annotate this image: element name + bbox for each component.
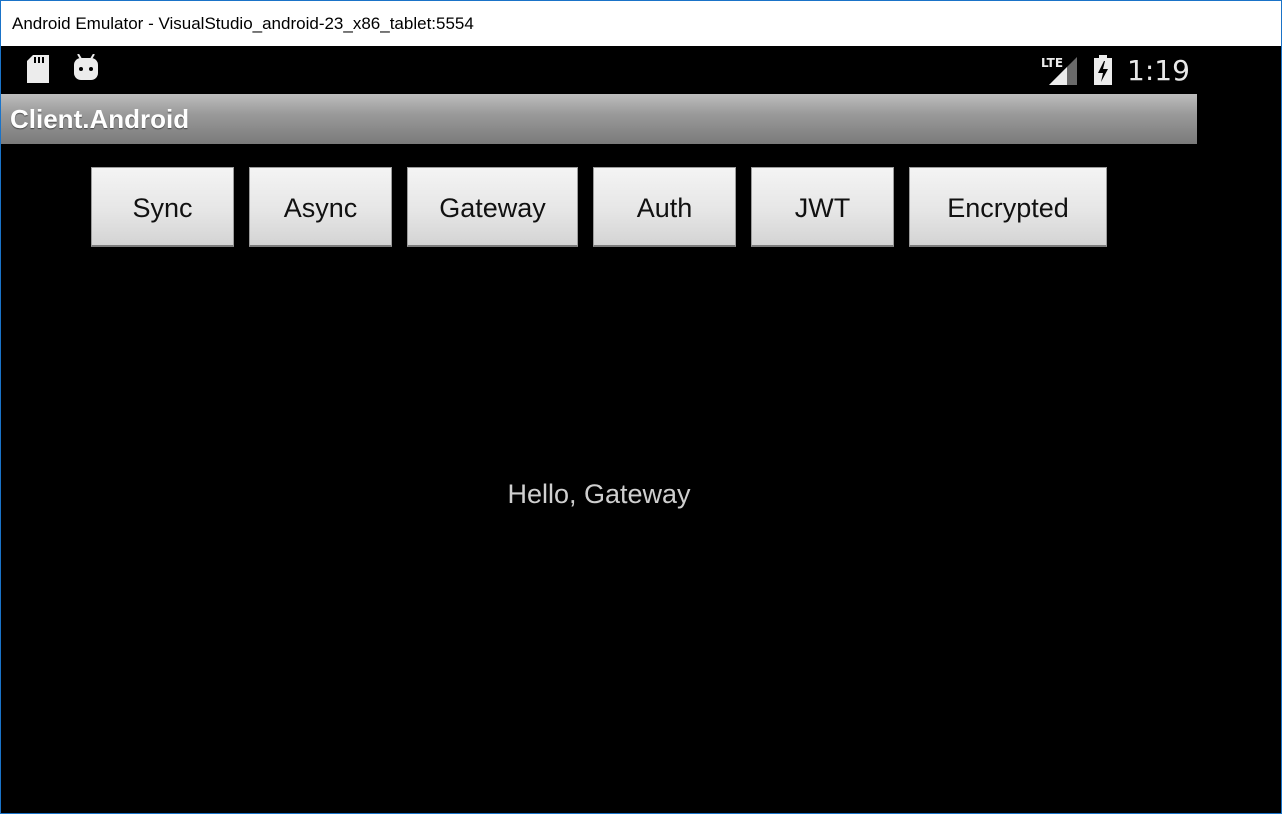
app-title: Client.Android [10,104,190,134]
gateway-button[interactable]: Gateway [407,167,578,247]
status-bar: LTE 1:19 [1,46,1197,94]
async-button[interactable]: Async [249,167,392,247]
result-message: Hello, Gateway [507,479,691,509]
battery-charging-icon [1093,55,1113,90]
window-title: Android Emulator - VisualStudio_android-… [1,1,1281,46]
lte-signal-icon: LTE [1041,56,1079,91]
svg-text:LTE: LTE [1041,56,1063,70]
jwt-button[interactable]: JWT [751,167,894,247]
emulator-window: Android Emulator - VisualStudio_android-… [0,0,1282,814]
auth-button[interactable]: Auth [593,167,736,247]
android-debug-icon [73,53,99,87]
encrypted-button[interactable]: Encrypted [909,167,1107,247]
sync-button[interactable]: Sync [91,167,234,247]
action-bar: Client.Android [1,94,1197,144]
status-clock: 1:19 [1127,54,1190,87]
device-screen: LTE 1:19 Client.Android Sync Async Gatew… [1,46,1281,813]
sd-card-icon [27,55,49,88]
